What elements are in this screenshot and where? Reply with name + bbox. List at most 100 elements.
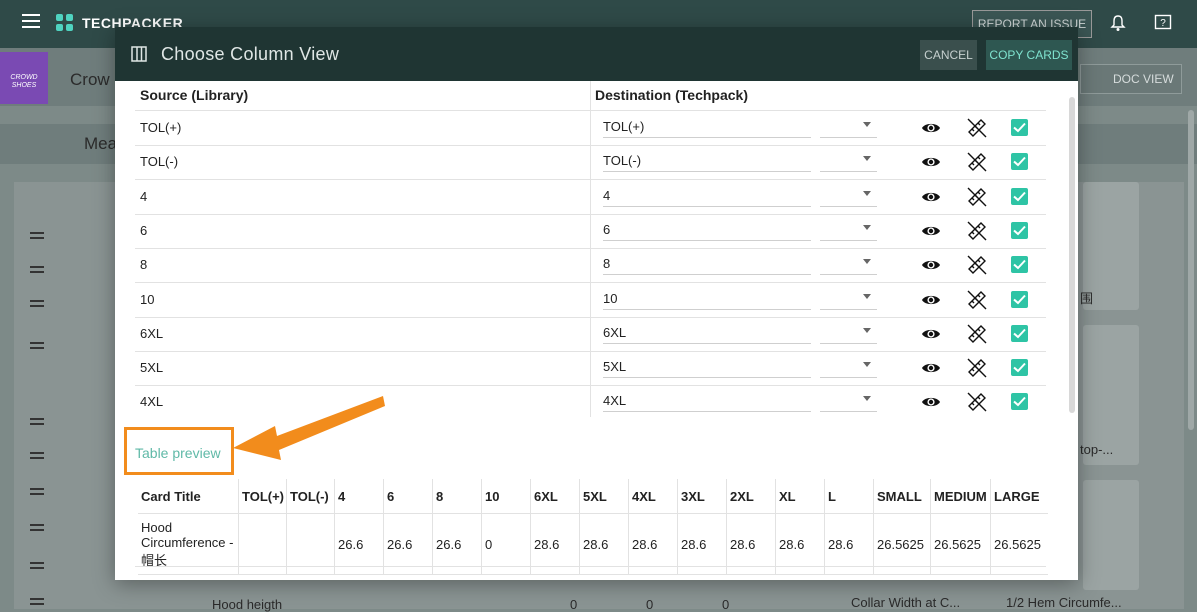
- drag-handle-icon[interactable]: [30, 266, 44, 276]
- eye-icon[interactable]: [921, 121, 941, 135]
- notification-bell-icon[interactable]: [1110, 14, 1126, 32]
- preview-column-header: 8: [432, 479, 482, 514]
- preview-column-header: LARGE: [990, 479, 1048, 514]
- ruler-icon[interactable]: [966, 117, 988, 139]
- ruler-icon[interactable]: [966, 391, 988, 413]
- doc-view-button[interactable]: DOC VIEW: [1080, 64, 1182, 94]
- destination-column-input[interactable]: 4XL: [603, 393, 811, 413]
- preview-column-header: Card Title: [138, 479, 239, 514]
- include-column-checkbox[interactable]: [1011, 290, 1028, 308]
- destination-column-input[interactable]: 4: [603, 188, 811, 207]
- include-column-checkbox[interactable]: [1011, 187, 1028, 205]
- chevron-down-icon: [863, 396, 871, 402]
- include-column-checkbox[interactable]: [1011, 393, 1028, 411]
- preview-column-header: 4XL: [628, 479, 678, 514]
- background-value: 0: [646, 597, 654, 612]
- column-type-select[interactable]: [820, 153, 877, 173]
- hood-height-row-label: Hood heigth: [212, 597, 283, 612]
- drag-handle-icon[interactable]: [30, 488, 44, 498]
- source-column-label: 4: [140, 188, 148, 204]
- dialog-scrollbar[interactable]: [1069, 97, 1075, 413]
- column-type-select[interactable]: [820, 119, 877, 138]
- hamburger-menu-icon[interactable]: [22, 14, 40, 28]
- dialog-title: Choose Column View: [161, 44, 340, 64]
- mapping-row: 6XL 6XL: [135, 316, 1046, 352]
- source-column-label: 4XL: [140, 394, 164, 410]
- preview-column-header: XL: [775, 479, 825, 514]
- ruler-icon[interactable]: [966, 151, 988, 173]
- column-type-select[interactable]: [820, 188, 877, 207]
- collar-width-label: Collar Width at C...: [851, 595, 961, 610]
- copy-cards-button[interactable]: COPY CARDS: [986, 40, 1072, 70]
- chevron-down-icon: [863, 122, 871, 127]
- ruler-icon[interactable]: [966, 289, 988, 311]
- drag-handle-icon[interactable]: [30, 598, 44, 608]
- preview-column-header: 6: [383, 479, 433, 514]
- column-type-select[interactable]: [820, 222, 877, 241]
- mapping-row: 88: [135, 248, 1046, 284]
- annotation-highlight-box: [124, 427, 234, 475]
- svg-text:?: ?: [1160, 18, 1166, 29]
- background-card-label: top-...: [1080, 442, 1114, 457]
- column-mapping-list: Source (Library) Destination (Techpack) …: [135, 81, 1046, 425]
- page-scrollbar[interactable]: [1188, 110, 1194, 430]
- ruler-icon[interactable]: [966, 254, 988, 276]
- include-column-checkbox[interactable]: [1011, 324, 1028, 342]
- eye-icon[interactable]: [921, 361, 941, 375]
- drag-handle-icon[interactable]: [30, 418, 44, 428]
- cancel-button[interactable]: CANCEL: [920, 40, 977, 70]
- eye-icon[interactable]: [921, 293, 941, 307]
- ruler-icon[interactable]: [966, 186, 988, 208]
- eye-icon[interactable]: [921, 395, 941, 409]
- include-column-checkbox[interactable]: [1011, 359, 1028, 377]
- eye-icon[interactable]: [921, 155, 941, 169]
- techpacker-logo-icon: [56, 14, 74, 32]
- preview-column-header: 2XL: [726, 479, 776, 514]
- drag-handle-icon[interactable]: [30, 342, 44, 352]
- source-column-label: TOL(-): [140, 154, 179, 170]
- ruler-icon[interactable]: [966, 323, 988, 345]
- mapping-row: 44: [135, 179, 1046, 215]
- include-column-checkbox[interactable]: [1011, 119, 1028, 136]
- chevron-down-icon: [863, 156, 871, 162]
- preview-bottom-divider: [135, 566, 1046, 567]
- destination-column-input[interactable]: TOL(-): [603, 153, 811, 173]
- destination-column-input[interactable]: 6XL: [603, 325, 811, 344]
- eye-icon[interactable]: [921, 258, 941, 272]
- include-column-checkbox[interactable]: [1011, 256, 1028, 274]
- column-type-select[interactable]: [820, 393, 877, 413]
- preview-column-header: 4: [334, 479, 384, 514]
- preview-column-header: TOL(+): [238, 479, 287, 514]
- help-icon[interactable]: ?: [1154, 14, 1172, 32]
- ruler-icon[interactable]: [966, 357, 988, 379]
- dialog-header: Choose Column View CANCEL COPY CARDS: [115, 27, 1078, 81]
- drag-handle-icon[interactable]: [30, 452, 44, 462]
- column-type-select[interactable]: [820, 291, 877, 310]
- drag-handle-icon[interactable]: [30, 300, 44, 310]
- destination-column-input[interactable]: 8: [603, 256, 811, 276]
- eye-icon[interactable]: [921, 224, 941, 238]
- project-thumbnail[interactable]: CROWD SHOES: [0, 52, 48, 104]
- destination-column-input[interactable]: 10: [603, 291, 811, 310]
- drag-handle-icon[interactable]: [30, 232, 44, 242]
- drag-handle-icon[interactable]: [30, 562, 44, 572]
- mapping-row: 10 10: [135, 282, 1046, 318]
- project-name: Crow: [70, 70, 110, 89]
- annotation-arrow-icon: [233, 396, 385, 460]
- column-type-select[interactable]: [820, 256, 877, 276]
- column-type-select[interactable]: [820, 359, 877, 379]
- eye-icon[interactable]: [921, 190, 941, 204]
- destination-column-input[interactable]: TOL(+): [603, 119, 811, 138]
- include-column-checkbox[interactable]: [1011, 221, 1028, 239]
- drag-handle-icon[interactable]: [30, 524, 44, 534]
- ruler-icon[interactable]: [966, 220, 988, 242]
- column-type-select[interactable]: [820, 325, 877, 344]
- eye-icon[interactable]: [921, 327, 941, 341]
- chevron-down-icon: [863, 293, 871, 299]
- destination-column-input[interactable]: 5XL: [603, 359, 811, 379]
- source-column-label: 8: [140, 257, 148, 273]
- include-column-checkbox[interactable]: [1011, 153, 1028, 171]
- mapping-row: TOL(+) TOL(+): [135, 111, 1046, 146]
- chevron-down-icon: [863, 362, 871, 368]
- destination-column-input[interactable]: 6: [603, 222, 811, 241]
